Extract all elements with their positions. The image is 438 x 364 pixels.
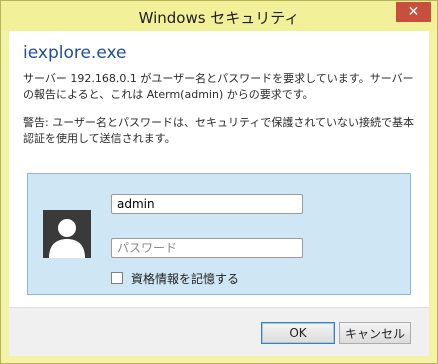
dialog-content: iexplore.exe サーバー 192.168.0.1 がユーザー名とパスワ… <box>9 31 429 356</box>
request-description: サーバー 192.168.0.1 がユーザー名とパスワードを要求しています。サー… <box>23 72 414 101</box>
ok-button[interactable]: OK <box>261 322 335 344</box>
close-button[interactable]: ✕ <box>396 2 431 22</box>
remember-credentials[interactable]: 資格情報を記憶する <box>111 270 239 286</box>
title-bar[interactable]: Windows セキュリティ ✕ <box>1 1 437 31</box>
credential-tile: 資格情報を記憶する <box>27 173 411 295</box>
remember-label: 資格情報を記憶する <box>131 271 240 286</box>
app-name: iexplore.exe <box>23 43 127 63</box>
password-input[interactable] <box>111 238 303 258</box>
remember-checkbox[interactable] <box>111 272 123 284</box>
user-silhouette-icon <box>43 210 91 258</box>
cancel-button[interactable]: キャンセル <box>339 322 411 344</box>
close-icon: ✕ <box>407 4 420 20</box>
window-title: Windows セキュリティ <box>138 9 300 27</box>
button-bar: OK キャンセル <box>9 307 429 356</box>
security-warning: 警告: ユーザー名とパスワードは、セキュリティで保護されていない接続で基本認証を… <box>23 116 414 145</box>
username-input[interactable] <box>111 194 303 214</box>
security-dialog: Windows セキュリティ ✕ iexplore.exe サーバー 192.1… <box>0 0 438 364</box>
